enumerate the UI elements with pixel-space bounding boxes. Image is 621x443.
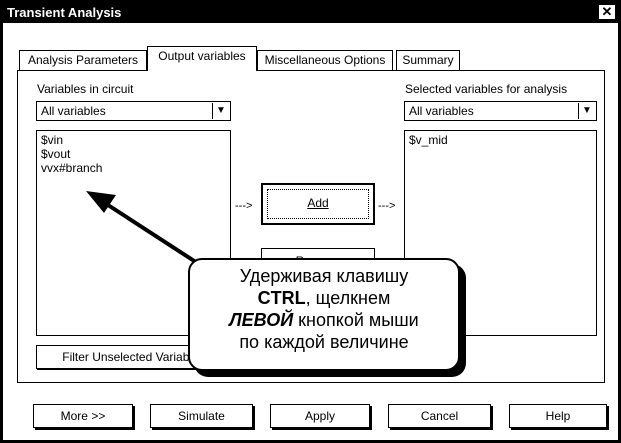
left-button-text: ЛЕВОЙ [229, 310, 294, 330]
callout-line-1: Удерживая клавишу [239, 266, 409, 286]
callout-line-2-rest: , щелкнем [305, 288, 391, 308]
ctrl-key-text: CTRL [257, 288, 306, 308]
instruction-callout: Удерживая клавишу CTRL, щелкнем ЛЕВОЙ кн… [188, 258, 460, 371]
callout-line-3-rest: кнопкой мыши [293, 310, 419, 330]
callout-line-4: по каждой величине [239, 332, 409, 352]
callout-line-2: CTRL, щелкнем [190, 287, 458, 309]
annotation-arrow-icon [86, 191, 207, 270]
callout-line-3: ЛЕВОЙ кнопкой мыши [190, 309, 458, 331]
